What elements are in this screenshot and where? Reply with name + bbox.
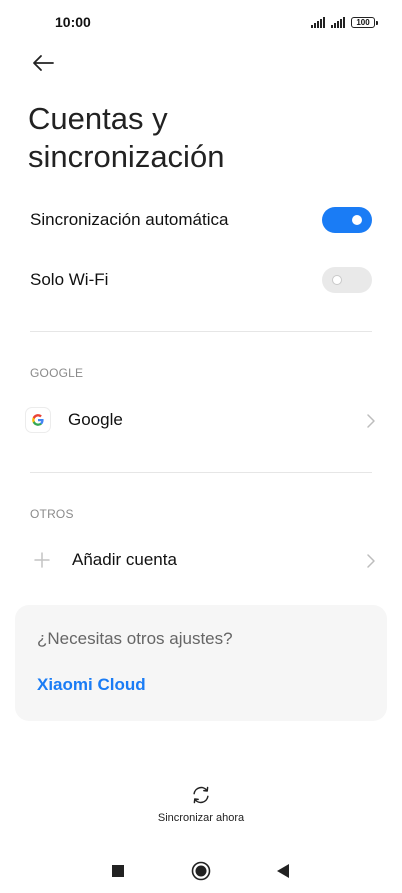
- home-button[interactable]: [189, 859, 213, 883]
- status-icons: 100: [311, 14, 378, 28]
- auto-sync-label: Sincronización automática: [30, 210, 229, 229]
- sync-now-button[interactable]: Sincronizar ahora: [131, 782, 271, 828]
- auto-sync-row[interactable]: Sincronización automática: [0, 194, 402, 246]
- google-account-label: Google: [68, 410, 123, 429]
- status-bar: 10:00 100: [0, 0, 402, 44]
- chevron-right-icon: [367, 414, 375, 428]
- wifi-only-label: Solo Wi-Fi: [30, 270, 109, 289]
- xiaomi-cloud-link[interactable]: Xiaomi Cloud: [37, 675, 146, 695]
- wifi-only-toggle[interactable]: [322, 267, 372, 293]
- sync-now-label: Sincronizar ahora: [157, 812, 245, 824]
- add-account-label: Añadir cuenta: [72, 550, 177, 569]
- section-header-google: GOOGLE: [30, 366, 84, 380]
- toggle-knob: [352, 215, 362, 225]
- nav-back-button[interactable]: [271, 859, 295, 883]
- toggle-knob: [332, 275, 342, 285]
- signal-icon: [311, 17, 325, 28]
- arrow-left-icon: [33, 55, 54, 71]
- other-settings-card: ¿Necesitas otros ajustes? Xiaomi Cloud: [15, 605, 387, 721]
- recents-button[interactable]: [106, 859, 130, 883]
- circle-icon: [191, 861, 211, 881]
- back-button[interactable]: [26, 48, 60, 78]
- signal-icon: [331, 17, 345, 28]
- plus-icon: [34, 552, 50, 568]
- chevron-right-icon: [367, 554, 375, 568]
- auto-sync-toggle[interactable]: [322, 207, 372, 233]
- battery-icon: 100: [351, 17, 378, 28]
- google-icon: [26, 408, 50, 432]
- battery-level: 100: [356, 18, 370, 27]
- triangle-left-icon: [277, 864, 289, 878]
- add-account-row[interactable]: Añadir cuenta: [0, 534, 402, 588]
- page-title: Cuentas y sincronización: [28, 101, 225, 174]
- card-question: ¿Necesitas otros ajustes?: [37, 629, 233, 648]
- square-icon: [112, 865, 124, 877]
- navigation-bar: [0, 845, 402, 893]
- status-time: 10:00: [55, 14, 91, 30]
- wifi-only-row[interactable]: Solo Wi-Fi: [0, 254, 402, 306]
- sync-icon: [193, 786, 209, 804]
- google-account-row[interactable]: Google: [0, 394, 402, 448]
- divider: [30, 331, 372, 332]
- section-header-others: OTROS: [30, 507, 74, 521]
- divider: [30, 472, 372, 473]
